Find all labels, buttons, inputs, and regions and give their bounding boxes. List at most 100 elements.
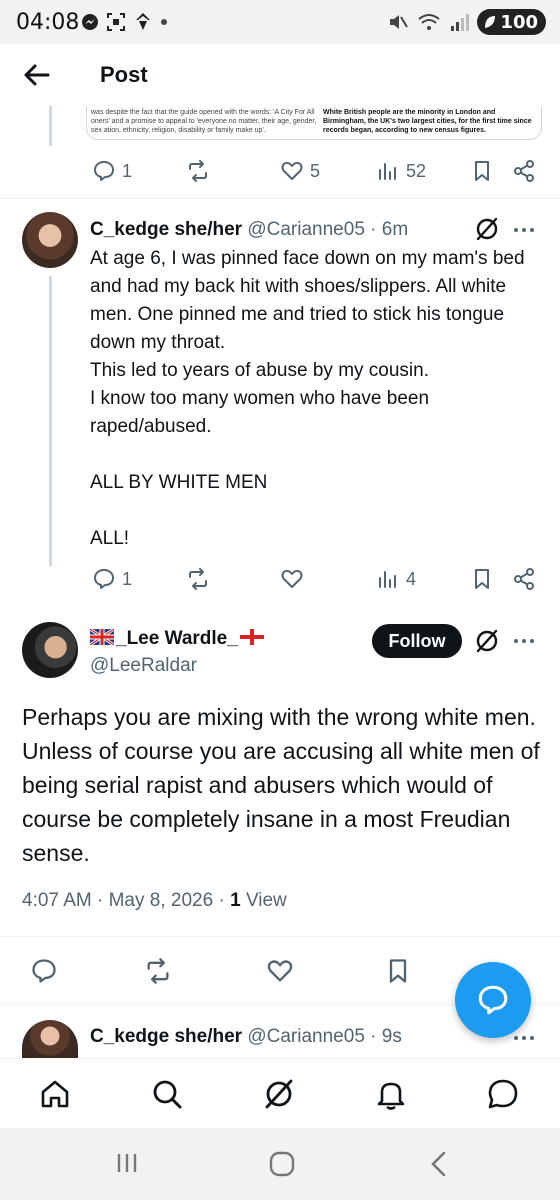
follow-button[interactable]: Follow [372,624,462,658]
grok-icon[interactable] [262,1077,296,1111]
system-navigation-bar [0,1128,560,1200]
reply-button[interactable] [30,956,58,986]
reply-actions: 1 4 [0,564,560,594]
bookmark-icon [389,959,407,983]
status-time: 04:08 [16,10,80,35]
repost-button[interactable] [144,956,172,986]
thread-connector [49,276,52,566]
repost-icon [189,568,207,590]
signal-icon [451,14,470,31]
reply-button[interactable]: 1 [92,156,132,186]
mute-icon [390,15,409,29]
status-bar: 04:08 100 [0,0,560,44]
post-time[interactable]: · 6m [370,219,408,240]
england-flag-icon [239,629,264,645]
thread-connector-top [49,106,52,146]
divider [0,198,560,199]
home-icon[interactable] [38,1077,72,1111]
status-notification-icons [80,12,168,32]
reply-icon [94,569,114,589]
top-app-bar: Post [0,44,560,106]
views-chart-icon [379,571,396,588]
back-arrow-icon[interactable] [20,58,54,92]
share-button[interactable] [512,156,536,186]
post-time[interactable]: · 9s [370,1026,402,1047]
grok-icon[interactable] [474,628,500,654]
author-handle[interactable]: @Carianne05 [247,219,365,240]
bookmark-icon [475,161,489,181]
heart-icon [267,960,293,982]
bottom-navigation [0,1058,560,1128]
views-count: 52 [406,160,427,181]
grok-icon[interactable] [474,216,500,242]
like-button[interactable]: 5 [280,156,320,186]
more-options-icon[interactable] [512,629,536,653]
battery-indicator: 100 [477,9,546,35]
bookmark-button[interactable] [384,956,412,986]
search-icon[interactable] [150,1077,184,1111]
reply-button[interactable]: 1 [92,564,132,594]
back-chevron-icon[interactable] [428,1150,450,1178]
compose-reply-fab[interactable] [455,962,531,1038]
reply-count: 1 [122,568,133,589]
author-name[interactable]: C_kedge she/her [90,1026,242,1047]
battery-level: 100 [500,11,538,33]
views-count: 4 [406,568,417,589]
heart-icon [281,569,303,588]
page-title: Post [100,62,148,87]
main-author-handle-line: @LeeRaldar [90,655,197,677]
like-button[interactable] [266,956,294,986]
views-chart-icon [379,163,396,180]
quoted-preview-left-text: was despite the fact that the guide open… [91,109,317,134]
like-count: 5 [310,160,321,181]
repost-button[interactable] [186,156,210,186]
like-button[interactable] [280,564,304,594]
author-handle[interactable]: @Carianne05 [247,1026,365,1047]
bank-icon [136,13,150,30]
reply-plus-icon [478,985,508,1015]
home-circle-icon[interactable] [268,1150,296,1178]
recent-apps-icon[interactable] [114,1150,140,1176]
bookmark-button[interactable] [470,156,494,186]
reply-body: At age 6, I was pinned face down on my m… [90,248,525,549]
quoted-post-preview[interactable]: was despite the fact that the guide open… [86,106,542,140]
share-icon [514,568,534,590]
bookmark-button[interactable] [470,564,494,594]
bookmark-icon [475,569,489,589]
avatar[interactable] [22,1020,78,1058]
share-button[interactable] [512,564,536,594]
views-count: 1 [230,890,241,911]
repost-icon [189,160,207,182]
views-label[interactable]: View [246,890,287,911]
post-time: 4:07 AM [22,890,92,911]
messages-icon[interactable] [486,1077,520,1111]
prev-post-actions: 1 5 52 [0,156,560,186]
reply-icon [94,161,114,181]
reply-icon [32,959,56,983]
author-name[interactable]: _Lee Wardle_ [116,628,238,649]
author-handle[interactable]: @LeeRaldar [90,655,197,676]
repost-icon [147,958,169,984]
avatar[interactable] [22,622,78,678]
reply-count: 1 [122,160,133,181]
quoted-preview-right-text: White British people are the minority in… [323,109,532,134]
reply-author-line: C_kedge she/her @Carianne05 · 6m [90,219,408,241]
main-author-name-line: _Lee Wardle_ [90,628,264,650]
status-right-icons: 100 [387,9,546,35]
battery-leaf-icon [485,16,496,28]
meta-separator: · [218,890,231,911]
heart-icon [281,161,303,180]
main-post-text: Perhaps you are mixing with the wrong wh… [22,704,540,866]
avatar[interactable] [22,212,78,268]
more-options-icon[interactable] [512,218,536,242]
reply-author-line: C_kedge she/her @Carianne05 · 9s [90,1026,402,1048]
author-name[interactable]: C_kedge she/her [90,219,242,240]
views-button[interactable]: 4 [376,564,416,594]
notifications-bell-icon[interactable] [374,1077,408,1111]
screenshot-icon [107,13,125,31]
share-icon [514,160,534,182]
dot-icon [161,19,167,25]
repost-button[interactable] [186,564,210,594]
views-button[interactable]: 52 [376,156,426,186]
post-date: May 8, 2026 [108,890,214,911]
